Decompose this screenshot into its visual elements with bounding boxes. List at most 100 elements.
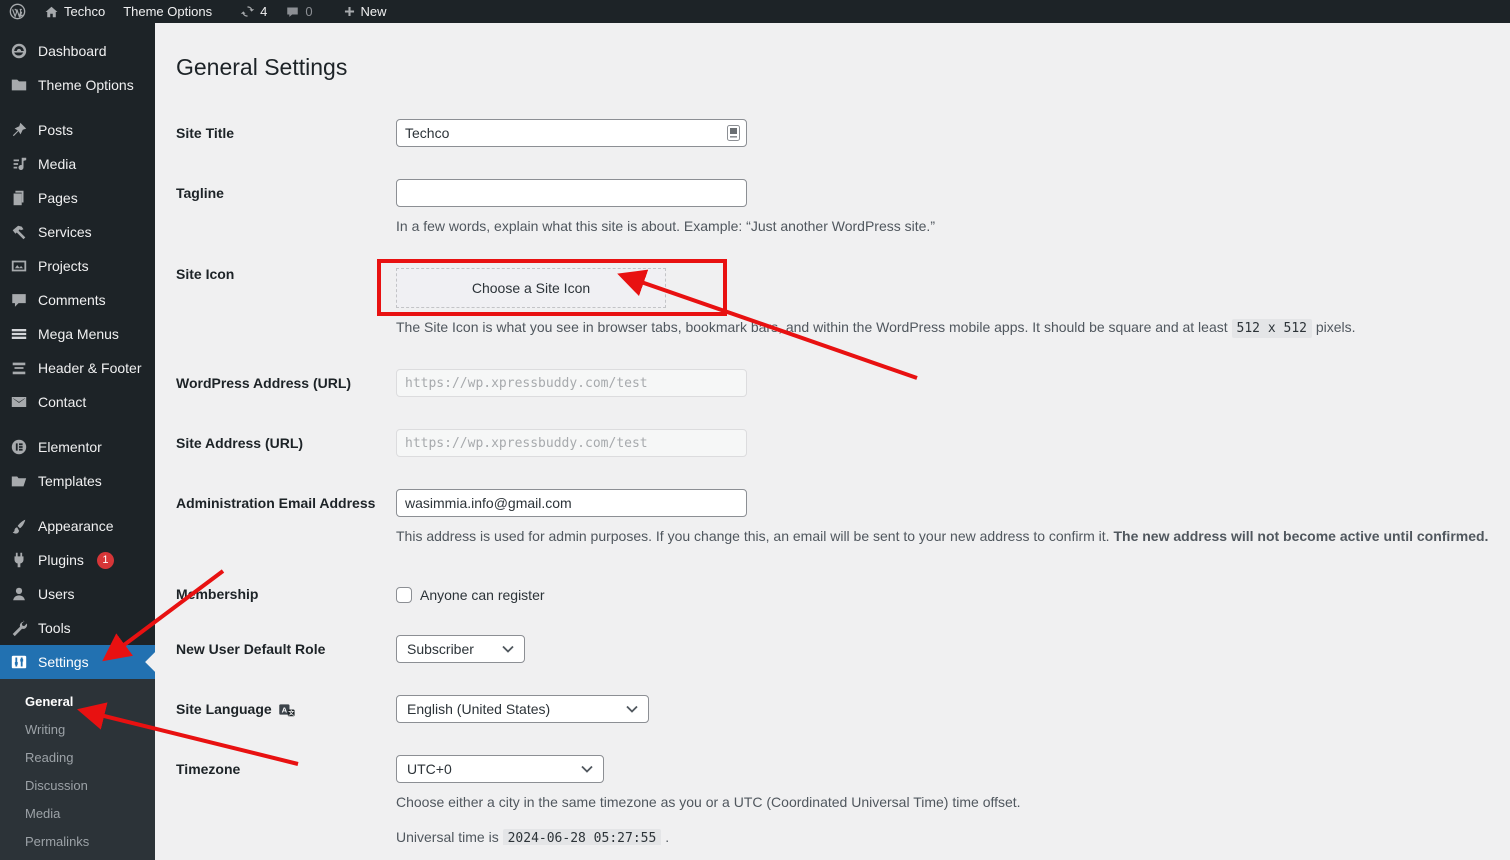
user-icon bbox=[9, 584, 29, 604]
sidebar-item-dashboard[interactable]: Dashboard bbox=[0, 34, 155, 68]
sidebar-item-pages[interactable]: Pages bbox=[0, 181, 155, 215]
dashboard-icon bbox=[9, 41, 29, 61]
portfolio-icon bbox=[9, 256, 29, 276]
timezone-row: Timezone UTC+0 Choose either a city in t… bbox=[176, 755, 1510, 845]
updates-button[interactable]: 4 bbox=[231, 0, 276, 23]
wordpress-address-label: WordPress Address (URL) bbox=[176, 369, 396, 397]
chevron-down-icon bbox=[502, 645, 514, 653]
autofill-icon bbox=[727, 125, 740, 146]
sidebar-item-theme-options[interactable]: Theme Options bbox=[0, 68, 155, 102]
home-icon bbox=[44, 5, 59, 19]
chevron-down-icon bbox=[581, 765, 593, 773]
sidebar-item-mega-menus[interactable]: Mega Menus bbox=[0, 317, 155, 351]
sidebar-item-contact[interactable]: Contact bbox=[0, 385, 155, 419]
submenu-item-general[interactable]: General bbox=[0, 688, 155, 716]
default-role-label: New User Default Role bbox=[176, 635, 396, 663]
wordpress-address-input bbox=[396, 369, 747, 397]
default-role-row: New User Default Role Subscriber bbox=[176, 635, 1510, 663]
folder-icon bbox=[9, 75, 29, 95]
pages-icon bbox=[9, 188, 29, 208]
wordpress-logo-button[interactable] bbox=[0, 0, 35, 23]
svg-text:文: 文 bbox=[288, 709, 294, 717]
timezone-select[interactable]: UTC+0 bbox=[396, 755, 604, 783]
submenu-item-writing[interactable]: Writing bbox=[0, 716, 155, 744]
site-icon-row: Site Icon Choose a Site Icon The Site Ic… bbox=[176, 260, 1510, 339]
admin-email-label: Administration Email Address bbox=[176, 489, 396, 546]
comment-bubble-icon bbox=[285, 5, 300, 19]
admin-bar: Techco Theme Options 4 0 New bbox=[0, 0, 1510, 23]
sidebar-item-tools[interactable]: Tools bbox=[0, 611, 155, 645]
comment-count: 0 bbox=[305, 4, 312, 19]
sidebar-item-elementor[interactable]: Elementor bbox=[0, 430, 155, 464]
plugin-icon bbox=[9, 550, 29, 570]
site-title-row: Site Title bbox=[176, 119, 1510, 147]
sidebar-item-templates[interactable]: Templates bbox=[0, 464, 155, 498]
admin-email-input[interactable] bbox=[396, 489, 747, 517]
sidebar-item-settings[interactable]: Settings bbox=[0, 645, 155, 679]
sidebar-item-media[interactable]: Media bbox=[0, 147, 155, 181]
translate-icon: A 文 bbox=[278, 701, 295, 718]
plugins-update-badge: 1 bbox=[97, 552, 114, 569]
comments-icon bbox=[9, 290, 29, 310]
sidebar-item-users[interactable]: Users bbox=[0, 577, 155, 611]
page-title: General Settings bbox=[176, 53, 1510, 81]
membership-label: Membership bbox=[176, 584, 396, 603]
update-icon bbox=[240, 4, 255, 19]
site-address-input bbox=[396, 429, 747, 457]
general-settings-page: General Settings Site Title Tagline In a… bbox=[155, 23, 1510, 845]
submenu-item-reading[interactable]: Reading bbox=[0, 744, 155, 772]
settings-sliders-icon bbox=[9, 652, 29, 672]
site-title-label: Site Title bbox=[176, 119, 396, 147]
chevron-down-icon bbox=[626, 705, 638, 713]
site-language-row: Site Language A 文 English (United States… bbox=[176, 695, 1510, 723]
sidebar-item-projects[interactable]: Projects bbox=[0, 249, 155, 283]
universal-time-code: 2024-06-28 05:27:55 bbox=[503, 829, 662, 845]
wordpress-logo-icon bbox=[9, 3, 26, 20]
sidebar-item-appearance[interactable]: Appearance bbox=[0, 509, 155, 543]
media-icon bbox=[9, 154, 29, 174]
site-language-label: Site Language A 文 bbox=[176, 695, 396, 723]
sidebar-item-services[interactable]: Services bbox=[0, 215, 155, 249]
wordpress-address-row: WordPress Address (URL) bbox=[176, 369, 1510, 397]
site-menu-button[interactable]: Techco bbox=[35, 0, 114, 23]
tagline-help: In a few words, explain what this site i… bbox=[396, 216, 1510, 236]
theme-options-button[interactable]: Theme Options bbox=[114, 0, 221, 23]
update-count: 4 bbox=[260, 4, 267, 19]
admin-sidebar: Dashboard Theme Options Posts Media Pag bbox=[0, 23, 155, 845]
sidebar-item-plugins[interactable]: Plugins 1 bbox=[0, 543, 155, 577]
anyone-can-register-checkbox[interactable] bbox=[396, 587, 412, 603]
new-content-button[interactable]: New bbox=[334, 0, 396, 23]
svg-text:A: A bbox=[281, 705, 287, 714]
default-role-select[interactable]: Subscriber bbox=[396, 635, 525, 663]
sidebar-item-posts[interactable]: Posts bbox=[0, 113, 155, 147]
site-address-row: Site Address (URL) bbox=[176, 429, 1510, 457]
comments-button[interactable]: 0 bbox=[276, 0, 321, 23]
admin-email-help: This address is used for admin purposes.… bbox=[396, 526, 1510, 546]
site-address-label: Site Address (URL) bbox=[176, 429, 396, 457]
plus-icon bbox=[343, 5, 356, 18]
sidebar-item-comments[interactable]: Comments bbox=[0, 283, 155, 317]
wrench-icon bbox=[9, 618, 29, 638]
submenu-item-discussion[interactable]: Discussion bbox=[0, 772, 155, 800]
site-icon-label: Site Icon bbox=[176, 260, 396, 339]
site-title-input[interactable] bbox=[396, 119, 747, 147]
membership-row: Membership Anyone can register bbox=[176, 584, 1510, 603]
submenu-item-media[interactable]: Media bbox=[0, 800, 155, 828]
tagline-row: Tagline In a few words, explain what thi… bbox=[176, 179, 1510, 236]
menu-bars-icon bbox=[9, 324, 29, 344]
settings-submenu: General Writing Reading Discussion Media… bbox=[0, 679, 155, 860]
site-language-select[interactable]: English (United States) bbox=[396, 695, 649, 723]
choose-site-icon-button[interactable]: Choose a Site Icon bbox=[396, 268, 666, 308]
pushpin-icon bbox=[9, 120, 29, 140]
elementor-icon bbox=[9, 437, 29, 457]
site-icon-help: The Site Icon is what you see in browser… bbox=[396, 317, 1510, 339]
submenu-item-permalinks[interactable]: Permalinks bbox=[0, 828, 155, 856]
tagline-label: Tagline bbox=[176, 179, 396, 236]
envelope-icon bbox=[9, 392, 29, 412]
anyone-can-register-label: Anyone can register bbox=[420, 587, 545, 603]
sidebar-item-header-footer[interactable]: Header & Footer bbox=[0, 351, 155, 385]
header-footer-icon bbox=[9, 358, 29, 378]
open-folder-icon bbox=[9, 471, 29, 491]
tagline-input[interactable] bbox=[396, 179, 747, 207]
admin-email-row: Administration Email Address This addres… bbox=[176, 489, 1510, 546]
